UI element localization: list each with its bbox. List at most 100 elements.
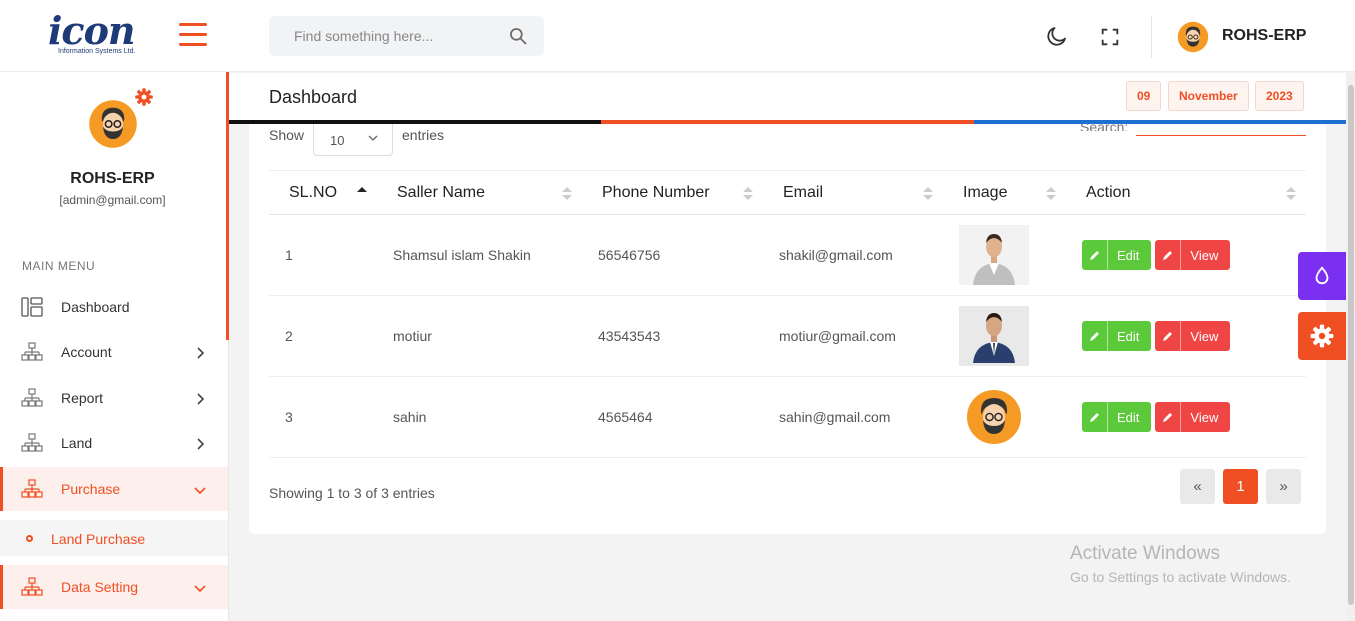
sitemap-icon [21,479,43,498]
dashboard-icon [21,297,43,317]
seller-photo [959,306,1029,366]
table-row: 1 Shamsul islam Shakin 56546756 shakil@g… [269,214,1306,296]
watermark-title: Activate Windows [1070,543,1220,564]
show-label: Show [269,127,305,143]
droplet-icon [1315,266,1329,285]
cell-image [943,376,1066,458]
view-button[interactable]: View [1155,240,1231,270]
cell-action: Edit View [1066,214,1306,296]
entries-value: 10 [330,133,345,148]
sort-icon[interactable] [1286,186,1296,201]
cell-email: shakil@gmail.com [763,214,943,296]
edit-button[interactable]: Edit [1082,321,1152,351]
column-header-phone[interactable]: Phone Number [582,170,763,215]
table-row: 2 motiur 43543543 motiur@gmail.com Edit … [269,295,1306,377]
sidebar-item-label: Purchase [61,481,121,497]
column-label: Image [963,183,1008,201]
seller-photo [959,225,1029,285]
menu-toggle-icon[interactable] [179,23,207,47]
header-user-name[interactable]: ROHS-ERP [1222,27,1306,45]
page-header: Dashboard 09 November 2023 [229,73,1346,124]
edit-button[interactable]: Edit [1082,240,1152,270]
settings-button[interactable] [1298,312,1346,360]
sidebar-item-land[interactable]: Land [0,421,228,465]
sort-icon[interactable] [562,186,572,201]
column-header-action[interactable]: Action [1066,170,1306,215]
cell-phone: 4565464 [582,376,763,458]
sidebar-item-purchase[interactable]: Purchase [0,467,228,511]
search-icon[interactable] [508,26,528,46]
table-search-input[interactable] [1136,135,1306,136]
view-label: View [1190,409,1219,425]
logo-text: icon [48,8,136,53]
column-header-saller-name[interactable]: Saller Name [377,170,582,215]
main-menu-heading: MAIN MENU [22,259,96,273]
entries-per-page-select[interactable]: 10 [313,120,393,156]
cell-sl: 1 [269,214,377,296]
pagination-next-button[interactable]: » [1266,469,1301,504]
company-logo[interactable]: icon Information Systems Ltd. [48,8,148,58]
edit-label: Edit [1117,409,1140,425]
cell-phone: 43543543 [582,295,763,377]
sort-icon[interactable] [923,186,933,201]
showing-entries-text: Showing 1 to 3 of 3 entries [269,485,435,501]
pencil-icon [1155,321,1182,351]
chevron-right-icon [197,347,205,359]
cell-action: Edit View [1066,295,1306,377]
profile-settings-gear-icon[interactable] [134,87,154,107]
sidebar-item-report[interactable]: Report [0,376,228,420]
edit-button[interactable]: Edit [1082,402,1152,432]
sidebar-subitem-land-purchase[interactable]: Land Purchase [0,520,228,556]
column-label: Saller Name [397,183,486,201]
entries-label: entries [402,127,445,143]
sort-icon[interactable] [1046,186,1056,201]
sitemap-icon [21,342,43,361]
cell-image [943,295,1066,377]
top-bar: icon Information Systems Ltd. ROHS-ERP [0,0,1355,72]
sort-icon[interactable] [743,186,753,201]
dark-mode-moon-icon[interactable] [1045,24,1069,48]
cell-name: Shamsul islam Shakin [377,214,582,296]
header-color-bar [229,120,1346,124]
sidebar-item-account[interactable]: Account [0,330,228,374]
pagination-prev-button[interactable]: « [1180,469,1215,504]
sidebar: ROHS-ERP [admin@gmail.com] MAIN MENU Das… [0,72,229,621]
view-label: View [1190,247,1219,263]
sidebar-item-label: Land [61,435,93,451]
chevron-down-icon [194,487,206,495]
table-row: 3 sahin 4565464 sahin@gmail.com Edit Vie… [269,376,1306,458]
fullscreen-icon[interactable] [1099,26,1121,48]
column-header-image[interactable]: Image [943,170,1066,215]
cell-email: sahin@gmail.com [763,376,943,458]
profile-avatar [89,100,137,148]
edit-label: Edit [1117,328,1140,344]
search-input[interactable] [269,16,489,56]
page-scrollbar-thumb[interactable] [1348,85,1354,605]
sidebar-item-data-setting[interactable]: Data Setting [0,565,228,609]
activate-windows-watermark: Activate Windows Go to Settings to activ… [1070,543,1291,585]
cell-phone: 56546756 [582,214,763,296]
sidebar-item-dashboard[interactable]: Dashboard [0,285,228,329]
sellers-table-card: Show 10 entries Search: SL.NO Saller Nam… [249,119,1326,534]
cell-action: Edit View [1066,376,1306,458]
seller-avatar [967,390,1021,444]
gear-icon [1310,324,1334,348]
column-header-sl[interactable]: SL.NO [269,170,377,215]
cell-image [943,214,1066,296]
column-label: Phone Number [602,183,710,201]
sort-asc-icon[interactable] [357,186,367,201]
pagination-page-1[interactable]: 1 [1223,469,1258,504]
pencil-icon [1155,402,1182,432]
sidebar-item-label: Data Setting [61,579,139,595]
cell-email: motiur@gmail.com [763,295,943,377]
sellers-table: SL.NO Saller Name Phone Number Email Ima… [269,170,1306,458]
column-header-email[interactable]: Email [763,170,943,215]
view-button[interactable]: View [1155,402,1231,432]
profile-name: ROHS-ERP [70,170,155,187]
chevron-down-icon [194,585,206,593]
date-year-badge: 2023 [1255,81,1304,111]
view-button[interactable]: View [1155,321,1231,351]
theme-color-button[interactable] [1298,252,1346,300]
user-avatar[interactable] [1177,21,1209,53]
column-label: Email [783,183,824,201]
